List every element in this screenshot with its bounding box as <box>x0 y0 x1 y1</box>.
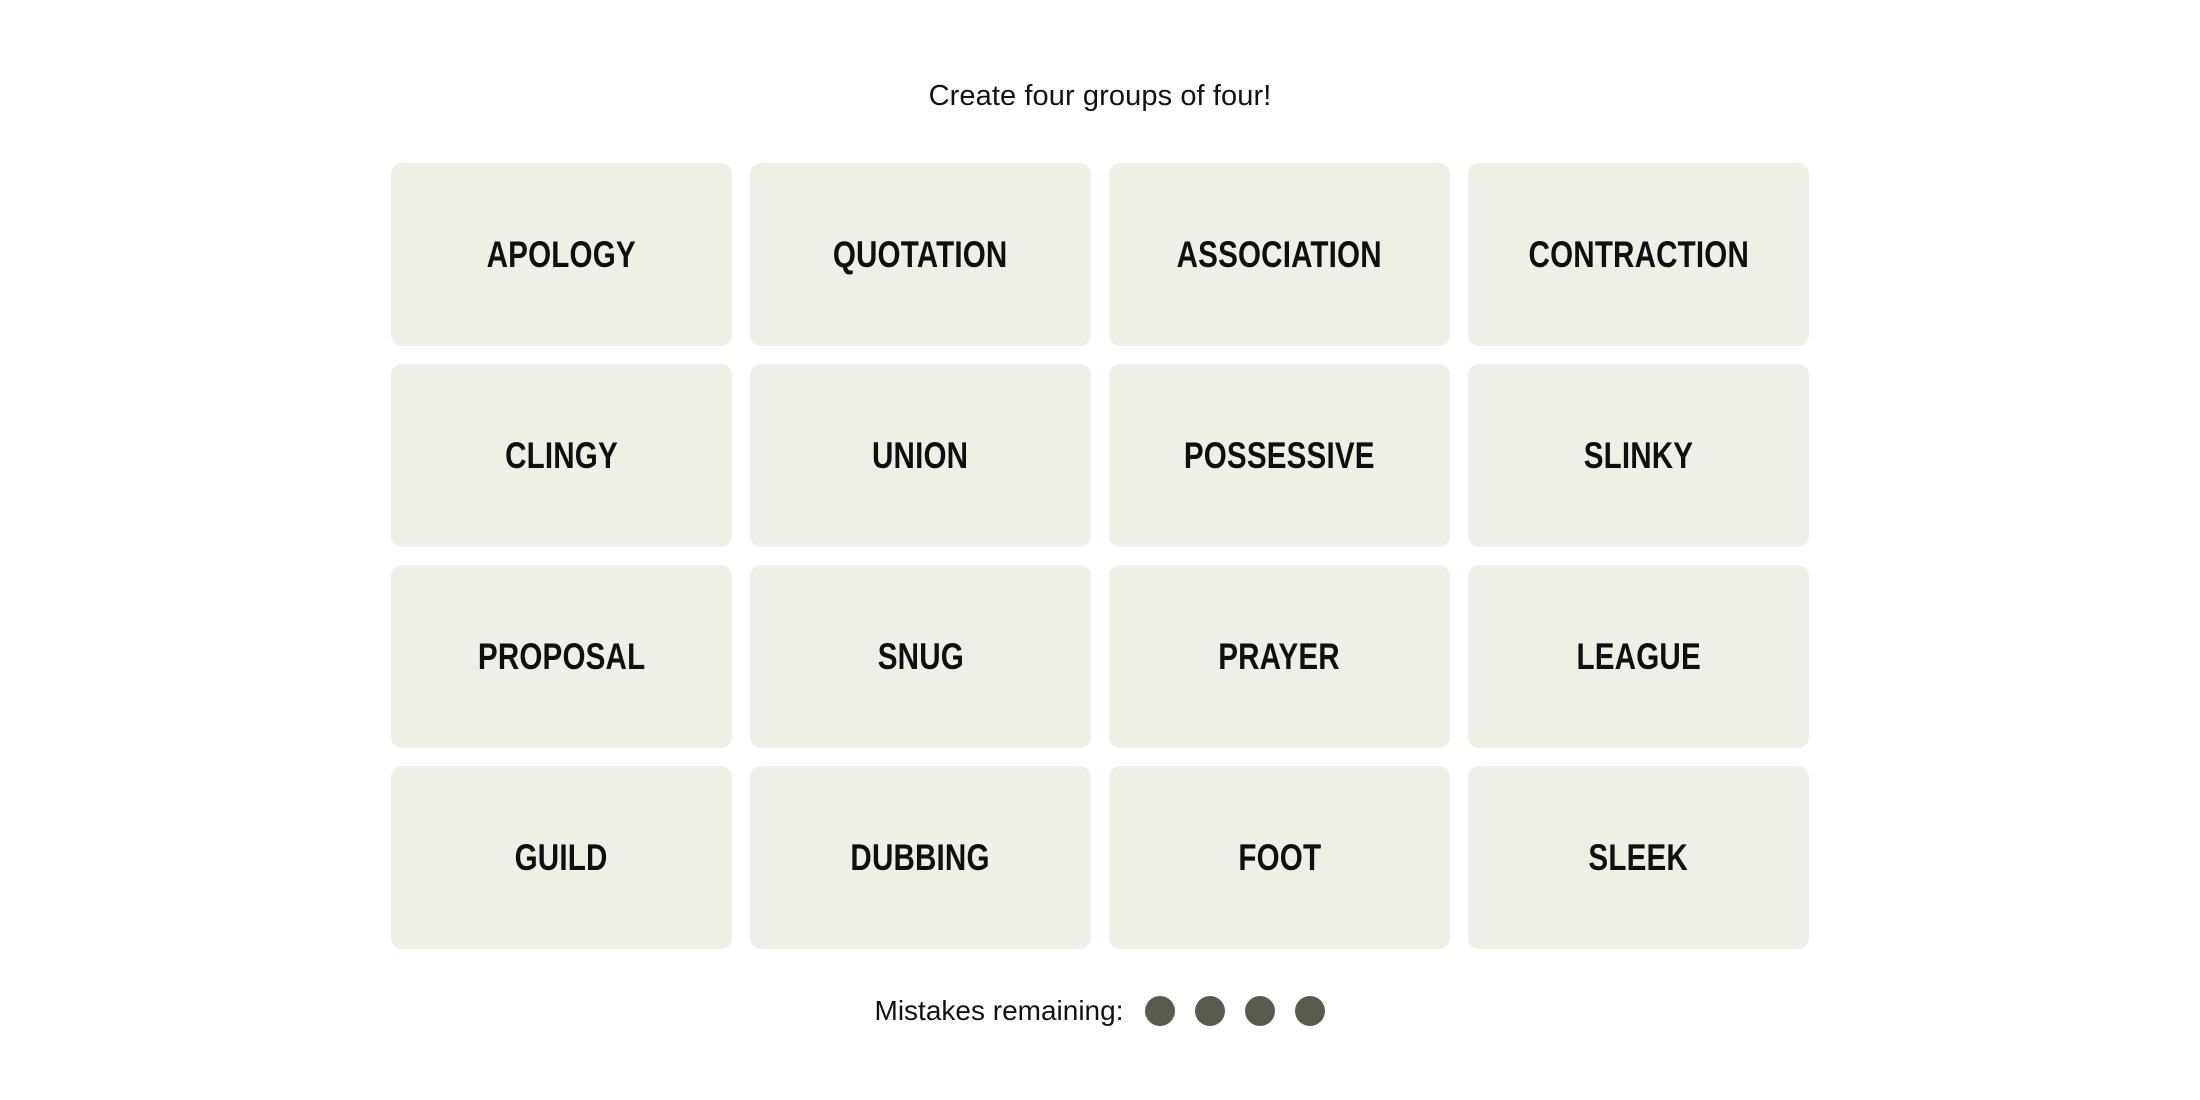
word-tile[interactable]: GUILD <box>391 766 732 949</box>
word-tile-label: QUOTATION <box>833 234 1008 275</box>
word-tile-label: PRAYER <box>1218 636 1341 677</box>
mistake-dots <box>1145 996 1326 1026</box>
word-tile-label: SLEEK <box>1588 837 1689 878</box>
word-tile-label: APOLOGY <box>486 234 637 275</box>
word-tile-label: GUILD <box>515 837 608 878</box>
mistake-dot-icon <box>1145 996 1176 1026</box>
word-tile[interactable]: LEAGUE <box>1468 565 1809 748</box>
mistakes-remaining: Mistakes remaining: <box>875 996 1326 1026</box>
word-tile[interactable]: CONTRACTION <box>1468 163 1809 346</box>
word-tile-label: ASSOCIATION <box>1176 234 1383 275</box>
word-tile[interactable]: QUOTATION <box>750 163 1091 346</box>
word-tile-label: POSSESSIVE <box>1184 435 1375 476</box>
word-tile[interactable]: PROPOSAL <box>391 565 732 748</box>
word-tile-label: FOOT <box>1238 837 1321 878</box>
word-tile-label: CONTRACTION <box>1528 234 1749 275</box>
word-tile-label: DUBBING <box>850 837 991 878</box>
word-tile[interactable]: POSSESSIVE <box>1109 364 1450 547</box>
mistakes-remaining-label: Mistakes remaining: <box>874 995 1124 1026</box>
word-tile[interactable]: FOOT <box>1109 766 1450 949</box>
mistake-dot-icon <box>1245 996 1276 1026</box>
word-tile-label: SNUG <box>877 636 964 677</box>
page-title: Create four groups of four! <box>928 80 1272 112</box>
word-tile-label: SLINKY <box>1583 435 1694 476</box>
word-tile[interactable]: UNION <box>750 364 1091 547</box>
word-tile[interactable]: CLINGY <box>391 364 732 547</box>
word-grid: APOLOGY QUOTATION ASSOCIATION CONTRACTIO… <box>391 163 1809 949</box>
word-tile[interactable]: SLEEK <box>1468 766 1809 949</box>
word-tile[interactable]: PRAYER <box>1109 565 1450 748</box>
word-tile[interactable]: DUBBING <box>750 766 1091 949</box>
word-tile-label: LEAGUE <box>1576 636 1701 677</box>
word-tile[interactable]: SNUG <box>750 565 1091 748</box>
board-container: APOLOGY QUOTATION ASSOCIATION CONTRACTIO… <box>391 163 1809 949</box>
word-tile[interactable]: SLINKY <box>1468 364 1809 547</box>
mistake-dot-icon <box>1295 996 1326 1026</box>
connections-game: Create four groups of four! APOLOGY QUOT… <box>0 0 2200 1100</box>
mistake-dot-icon <box>1195 996 1226 1026</box>
word-tile-label: CLINGY <box>505 435 618 476</box>
word-tile[interactable]: APOLOGY <box>391 163 732 346</box>
word-tile[interactable]: ASSOCIATION <box>1109 163 1450 346</box>
word-tile-label: PROPOSAL <box>477 636 646 677</box>
word-tile-label: UNION <box>872 435 969 476</box>
